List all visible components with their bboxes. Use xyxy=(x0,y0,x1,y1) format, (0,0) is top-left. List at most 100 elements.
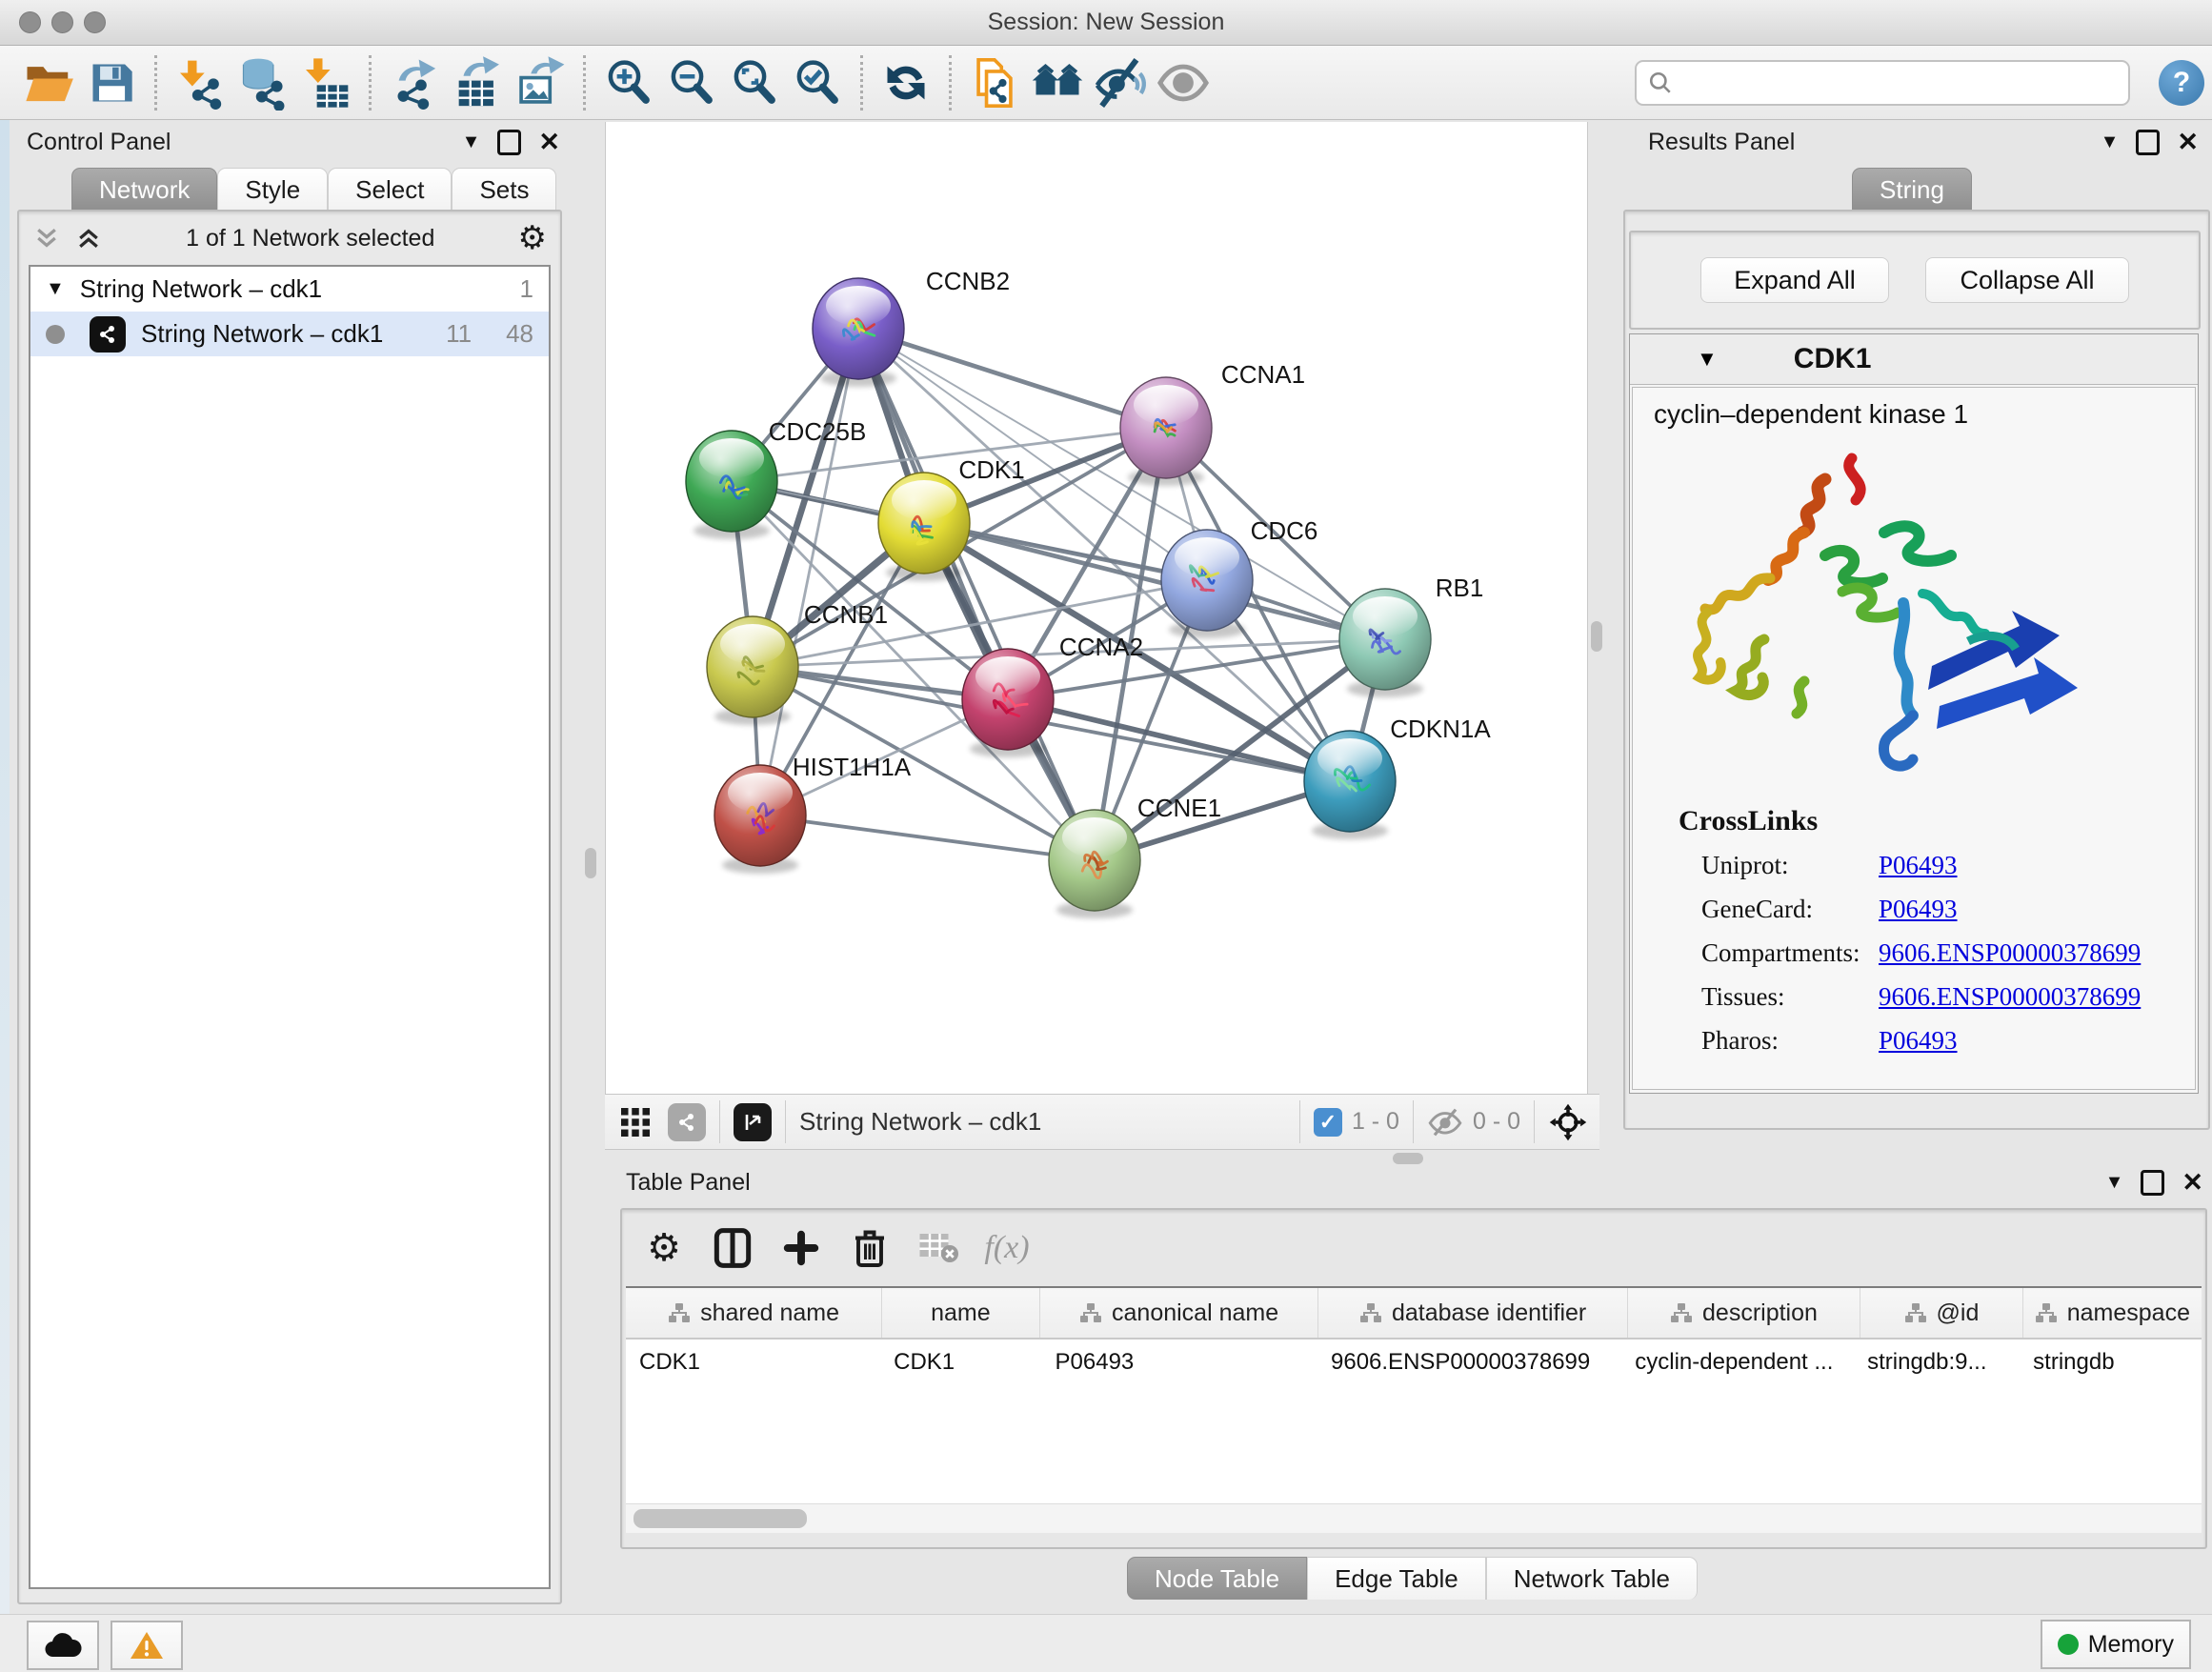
delete-column-trash-icon[interactable] xyxy=(839,1218,900,1279)
network-row[interactable]: String Network – cdk1 11 48 xyxy=(30,312,549,356)
import-table-file-button[interactable] xyxy=(294,53,357,112)
left-splitter-handle[interactable] xyxy=(585,848,596,878)
tab-select[interactable]: Select xyxy=(328,168,452,211)
collection-count: 1 xyxy=(520,274,533,304)
table-tabs: Node Table Edge Table Network Table xyxy=(1127,1557,1698,1600)
warnings-button[interactable] xyxy=(111,1621,183,1670)
collection-expander-icon[interactable]: ▼ xyxy=(46,278,65,300)
node-CDC6[interactable]: CDC6 xyxy=(1161,516,1317,638)
control-panel-close-icon[interactable]: ✕ xyxy=(538,128,560,157)
node-RB1[interactable]: RB1 xyxy=(1339,574,1483,697)
detach-view-icon[interactable] xyxy=(734,1103,772,1141)
birdseye-toggle-icon[interactable] xyxy=(668,1103,706,1141)
column-header-id[interactable]: @id xyxy=(1860,1288,2023,1338)
show-all-button[interactable] xyxy=(1152,53,1215,112)
tab-string[interactable]: String xyxy=(1852,168,1972,211)
hidden-counts: 0 - 0 xyxy=(1473,1108,1520,1136)
results-panel-float-icon[interactable] xyxy=(2136,130,2160,155)
import-network-file-button[interactable] xyxy=(169,53,231,112)
table-panel-collapse-icon[interactable]: ▼ xyxy=(2105,1172,2124,1194)
gene-card-expander-icon[interactable]: ▼ xyxy=(1697,347,1718,372)
expand-all-networks-icon[interactable] xyxy=(74,224,103,252)
collapse-all-networks-icon[interactable] xyxy=(32,224,61,252)
table-panel-close-icon[interactable]: ✕ xyxy=(2182,1168,2203,1198)
show-columns-icon[interactable] xyxy=(702,1218,763,1279)
export-table-button[interactable] xyxy=(446,53,509,112)
expand-all-button[interactable]: Expand All xyxy=(1700,257,1889,303)
apply-layout-button[interactable] xyxy=(875,53,937,112)
table-panel-float-icon[interactable] xyxy=(2141,1170,2164,1196)
network-collection-row[interactable]: ▼ String Network – cdk1 1 xyxy=(30,267,549,312)
node-label-HIST1H1A: HIST1H1A xyxy=(793,753,912,781)
edge-CCNB2-HIST1H1A xyxy=(760,329,858,816)
column-header-name[interactable]: name xyxy=(882,1288,1040,1338)
column-type-icon xyxy=(1904,1301,1927,1324)
scrollbar-thumb[interactable] xyxy=(633,1509,807,1528)
function-builder-icon[interactable]: f(x) xyxy=(976,1218,1037,1279)
cloud-status-button[interactable] xyxy=(27,1621,99,1670)
search-field[interactable] xyxy=(1635,60,2130,106)
tab-network[interactable]: Network xyxy=(71,168,217,211)
crosslink-uniprot-link[interactable]: P06493 xyxy=(1879,851,1958,880)
zoom-out-button[interactable] xyxy=(660,53,723,112)
node-CCNA1[interactable]: CCNA1 xyxy=(1120,360,1305,486)
results-panel-close-icon[interactable]: ✕ xyxy=(2177,128,2199,157)
table-row[interactable]: CDK1 CDK1 P06493 9606.ENSP00000378699 cy… xyxy=(626,1340,2202,1385)
toolbar-separator xyxy=(860,55,863,111)
right-splitter-handle[interactable] xyxy=(1591,621,1602,652)
hidden-items-eye-slash-icon[interactable] xyxy=(1427,1108,1463,1137)
control-panel-collapse-icon[interactable]: ▼ xyxy=(462,131,481,153)
table-horizontal-scrollbar[interactable] xyxy=(626,1503,2202,1533)
zoom-fit-button[interactable] xyxy=(723,53,786,112)
crosslink-compartments-link[interactable]: 9606.ENSP00000378699 xyxy=(1879,938,2141,968)
export-network-button[interactable] xyxy=(383,53,446,112)
import-network-database-button[interactable] xyxy=(231,53,294,112)
tab-sets[interactable]: Sets xyxy=(452,168,556,211)
crosslink-genecard-link[interactable]: P06493 xyxy=(1879,895,1958,924)
memory-button[interactable]: Memory xyxy=(2041,1620,2191,1669)
zoom-in-button[interactable] xyxy=(597,53,660,112)
search-input[interactable] xyxy=(1673,69,2086,97)
column-header-shared-name[interactable]: shared name xyxy=(626,1288,882,1338)
node-CDC25B[interactable]: CDC25B xyxy=(686,417,866,539)
tab-edge-table[interactable]: Edge Table xyxy=(1307,1557,1486,1600)
export-image-button[interactable] xyxy=(509,53,572,112)
delete-table-icon[interactable] xyxy=(908,1218,969,1279)
pan-crosshair-icon[interactable] xyxy=(1548,1102,1588,1142)
first-neighbors-button[interactable] xyxy=(1026,53,1089,112)
protein-structure-image[interactable] xyxy=(1682,441,2082,822)
eye-slash-icon xyxy=(1093,55,1148,111)
tab-node-table[interactable]: Node Table xyxy=(1127,1557,1307,1600)
crosslink-label: GeneCard: xyxy=(1701,895,1813,924)
tab-network-table[interactable]: Network Table xyxy=(1486,1557,1698,1600)
network-options-gear-icon[interactable]: ⚙ xyxy=(518,219,547,257)
node-CDKN1A[interactable]: CDKN1A xyxy=(1304,715,1491,839)
bottom-splitter-handle[interactable] xyxy=(1393,1153,1423,1164)
column-header-namespace[interactable]: namespace xyxy=(2023,1288,2202,1338)
help-button[interactable]: ? xyxy=(2159,60,2204,106)
hide-selected-button[interactable] xyxy=(1089,53,1152,112)
results-panel-collapse-icon[interactable]: ▼ xyxy=(2101,131,2120,153)
open-session-button[interactable] xyxy=(17,53,80,112)
node-HIST1H1A[interactable]: HIST1H1A xyxy=(714,753,912,874)
node-CDK1[interactable]: CDK1 xyxy=(878,455,1025,581)
selected-items-checkbox[interactable]: ✓ xyxy=(1314,1108,1342,1137)
clone-network-button[interactable] xyxy=(963,53,1026,112)
control-panel-float-icon[interactable] xyxy=(497,130,521,155)
save-session-button[interactable] xyxy=(80,53,143,112)
crosslink-tissues-link[interactable]: 9606.ENSP00000378699 xyxy=(1879,982,2141,1012)
create-column-icon[interactable] xyxy=(771,1218,832,1279)
collapse-all-button[interactable]: Collapse All xyxy=(1925,257,2129,303)
crosslink-pharos-link[interactable]: P06493 xyxy=(1879,1026,1958,1056)
grid-view-icon[interactable] xyxy=(618,1105,653,1139)
column-header-database-identifier[interactable]: database identifier xyxy=(1318,1288,1627,1338)
table-options-gear-icon[interactable]: ⚙ xyxy=(633,1218,694,1279)
network-canvas[interactable]: CCNB2CCNA1CDC25BCDK1CDC6RB1CCNB1CCNA2CDK… xyxy=(605,122,1588,1094)
zoom-selected-button[interactable] xyxy=(786,53,849,112)
results-panel-title: Results Panel xyxy=(1648,129,1795,156)
results-panel: Results Panel ▼ ✕ String Expand All Coll… xyxy=(1619,122,2212,1141)
column-header-canonical-name[interactable]: canonical name xyxy=(1040,1288,1319,1338)
column-header-description[interactable]: description xyxy=(1628,1288,1860,1338)
network-tree: ▼ String Network – cdk1 1 String Network… xyxy=(29,265,551,1589)
tab-style[interactable]: Style xyxy=(217,168,328,211)
